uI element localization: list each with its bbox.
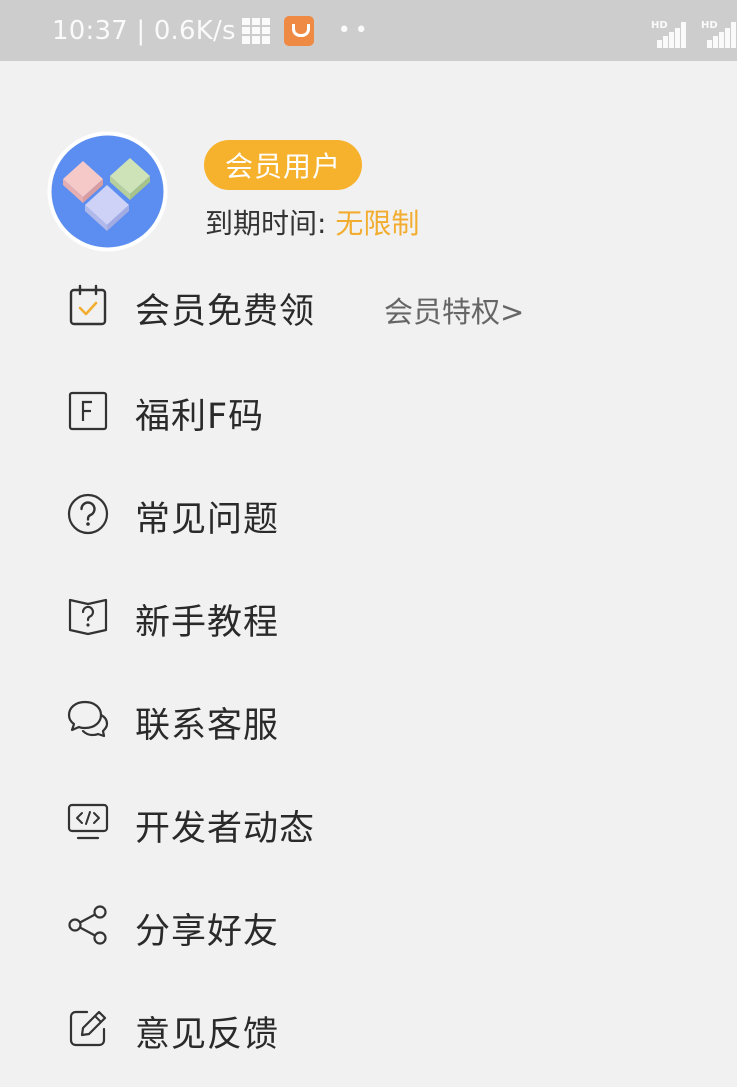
menu-label: 会员免费领 xyxy=(135,292,316,332)
signal-indicators: HD HD xyxy=(651,18,737,48)
expire-value: 无限制 xyxy=(335,207,420,240)
menu-item-faq[interactable]: 常见问题 xyxy=(0,462,737,562)
menu-item-feedback[interactable]: 意见反馈 xyxy=(0,977,737,1077)
menu-label: 开发者动态 xyxy=(135,809,316,849)
share-icon xyxy=(66,903,110,947)
monitor-code-icon xyxy=(66,800,110,844)
notification-app-icon xyxy=(283,15,314,46)
status-time-speed: 10:37 | 0.6K/s xyxy=(52,15,236,46)
menu-item-tutorial[interactable]: 新手教程 xyxy=(0,565,737,665)
expire-info: 到期时间: 无限制 xyxy=(205,202,419,242)
book-question-icon xyxy=(66,594,110,638)
chat-bubbles-icon xyxy=(66,697,110,741)
more-notifications-icon: •• xyxy=(337,17,372,43)
expire-label: 到期时间: xyxy=(205,207,336,240)
member-privileges-link[interactable]: 会员特权> xyxy=(384,289,524,331)
status-bar: 10:37 | 0.6K/s •• HD HD xyxy=(0,0,737,61)
menu-item-f-code[interactable]: 福利F码 xyxy=(0,359,737,459)
menu-label: 意见反馈 xyxy=(135,1015,280,1055)
edit-pen-icon xyxy=(66,1006,110,1050)
menu-item-developer-news[interactable]: 开发者动态 xyxy=(0,771,737,871)
avatar[interactable] xyxy=(47,131,168,252)
menu-label: 常见问题 xyxy=(135,500,280,540)
signal-strength-icon: HD xyxy=(701,18,737,48)
menu-label: 福利F码 xyxy=(135,397,265,437)
question-circle-icon xyxy=(66,492,110,536)
menu-item-share-friends[interactable]: 分享好友 xyxy=(0,874,737,974)
f-code-icon xyxy=(66,389,110,433)
menu-item-free-membership[interactable]: 会员免费领 会员特权> xyxy=(0,256,737,356)
member-badge: 会员用户 xyxy=(204,140,362,190)
menu-label: 联系客服 xyxy=(135,706,280,746)
menu-label: 分享好友 xyxy=(135,912,280,952)
menu-item-customer-service[interactable]: 联系客服 xyxy=(0,668,737,768)
signal-strength-icon: HD xyxy=(651,18,687,48)
apps-grid-icon xyxy=(241,17,270,44)
menu-label: 新手教程 xyxy=(135,603,280,643)
clipboard-check-icon xyxy=(66,284,110,328)
